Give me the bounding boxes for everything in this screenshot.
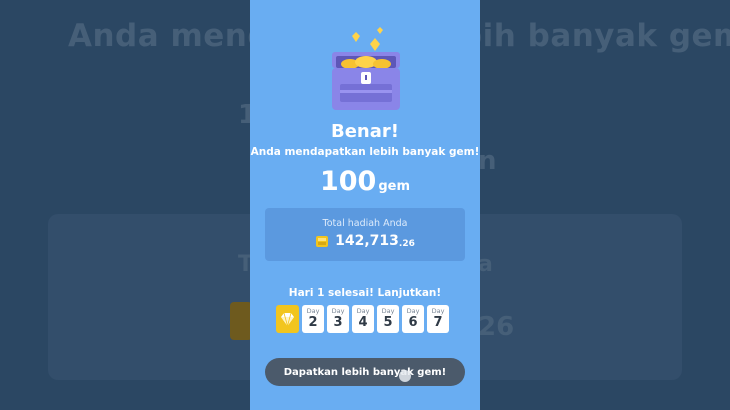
get-more-gems-button[interactable]: Dapatkan lebih banyak gem! (265, 358, 465, 386)
total-reward-label: Total hadiah Anda (322, 218, 408, 229)
treasure-chest-icon (332, 27, 400, 110)
day-tile: Day 6 (402, 305, 424, 333)
day-tile: Day 5 (377, 305, 399, 333)
day-number: 3 (333, 315, 343, 330)
day-tile: Day 2 (302, 305, 324, 333)
day-tile: Day 7 (427, 305, 449, 333)
day-tile: Day 4 (352, 305, 374, 333)
reward-amount: 100 gem (250, 166, 480, 197)
touch-cursor-indicator (399, 370, 411, 382)
day-number: 2 (308, 315, 318, 330)
day-number: 6 (408, 315, 418, 330)
total-reward-decimal: .26 (398, 238, 415, 249)
modal-subtitle: Anda mendapatkan lebih banyak gem! (250, 146, 480, 158)
reward-amount-unit: gem (378, 179, 411, 194)
background-fragment: n (478, 146, 497, 176)
day-label: Day (331, 307, 345, 315)
total-reward-main: 142,713 (335, 233, 399, 249)
reward-modal: Benar! Anda mendapatkan lebih banyak gem… (250, 0, 480, 410)
day-label: Day (381, 307, 395, 315)
day-tile: Day 3 (327, 305, 349, 333)
diamond-badge-icon (281, 312, 294, 326)
total-reward-value: 142,713.26 (265, 233, 465, 249)
total-reward-card: Total hadiah Anda 142,713.26 (265, 208, 465, 261)
background-gem-icon (230, 302, 252, 340)
background-fragment: 26 (478, 312, 515, 342)
day-number: 5 (383, 315, 393, 330)
day-number: 7 (433, 315, 443, 330)
day-label: Day (406, 307, 420, 315)
day-label: Day (306, 307, 320, 315)
day-label: Day (431, 307, 445, 315)
reward-amount-value: 100 (319, 166, 377, 197)
day-number: 4 (358, 315, 368, 330)
gem-icon (316, 235, 329, 247)
streak-days: Day 2 Day 3 Day 4 Day 5 Day 6 Day 7 (276, 305, 449, 333)
modal-title: Benar! (331, 121, 399, 142)
day-label: Day (356, 307, 370, 315)
background-fragment: a (478, 252, 493, 277)
day-1-badge (276, 305, 299, 333)
streak-text: Hari 1 selesai! Lanjutkan! (288, 287, 442, 299)
